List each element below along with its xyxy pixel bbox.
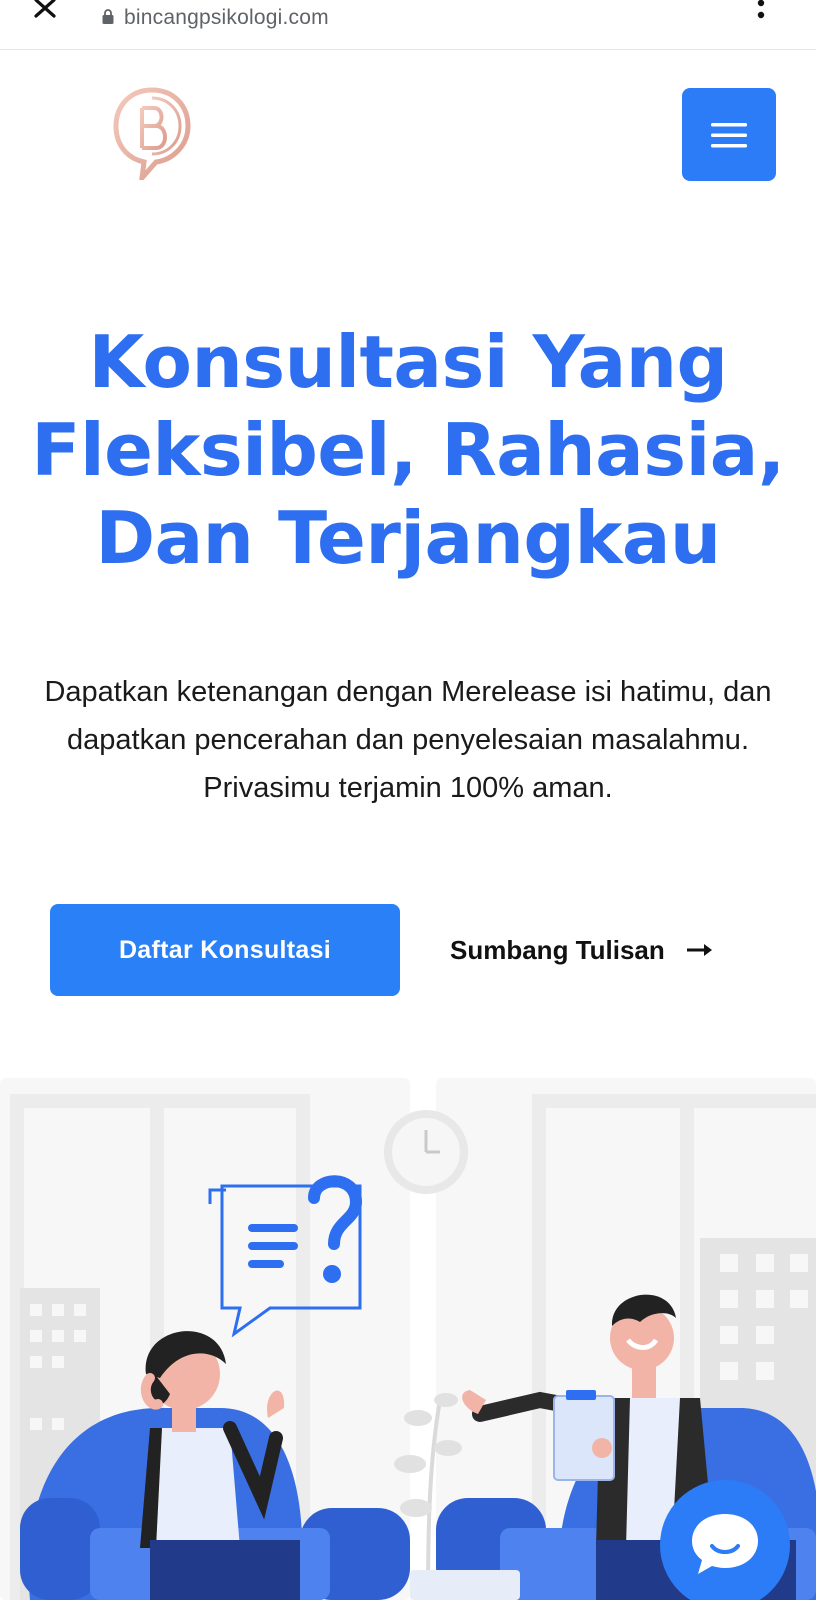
arrow-right-icon [686, 944, 712, 956]
url-text[interactable]: bincangpsikologi.com [124, 6, 329, 30]
browser-address-bar: bincangpsikologi.com [0, 0, 816, 50]
chat-button[interactable] [660, 1480, 790, 1600]
logo-b-icon[interactable] [112, 86, 192, 180]
hero-description: Dapatkan ketenangan dengan Merelease isi… [44, 676, 772, 804]
sumbang-tulisan-label: Sumbang Tulisan [450, 934, 665, 965]
chat-bubble-icon [692, 1514, 758, 1574]
sumbang-tulisan-link[interactable]: Sumbang Tulisan [450, 926, 713, 974]
hero-title-line-1: Konsultasi Yang [88, 320, 728, 404]
clock-icon [384, 1110, 468, 1194]
daftar-konsultasi-button[interactable]: Daftar Konsultasi [50, 904, 400, 996]
lock-icon [102, 9, 114, 24]
kebab-menu-icon[interactable] [756, 0, 766, 22]
hamburger-icon [711, 123, 747, 148]
hero-title-line-3: Dan Terjangkau [95, 496, 721, 580]
daftar-konsultasi-label: Daftar Konsultasi [118, 935, 332, 964]
hero-title-line-2: Fleksibel, Rahasia, [31, 408, 785, 492]
close-icon[interactable] [32, 0, 66, 20]
hero-title: Konsultasi Yang Fleksibel, Rahasia, Dan … [20, 318, 796, 582]
menu-button[interactable] [682, 88, 776, 181]
